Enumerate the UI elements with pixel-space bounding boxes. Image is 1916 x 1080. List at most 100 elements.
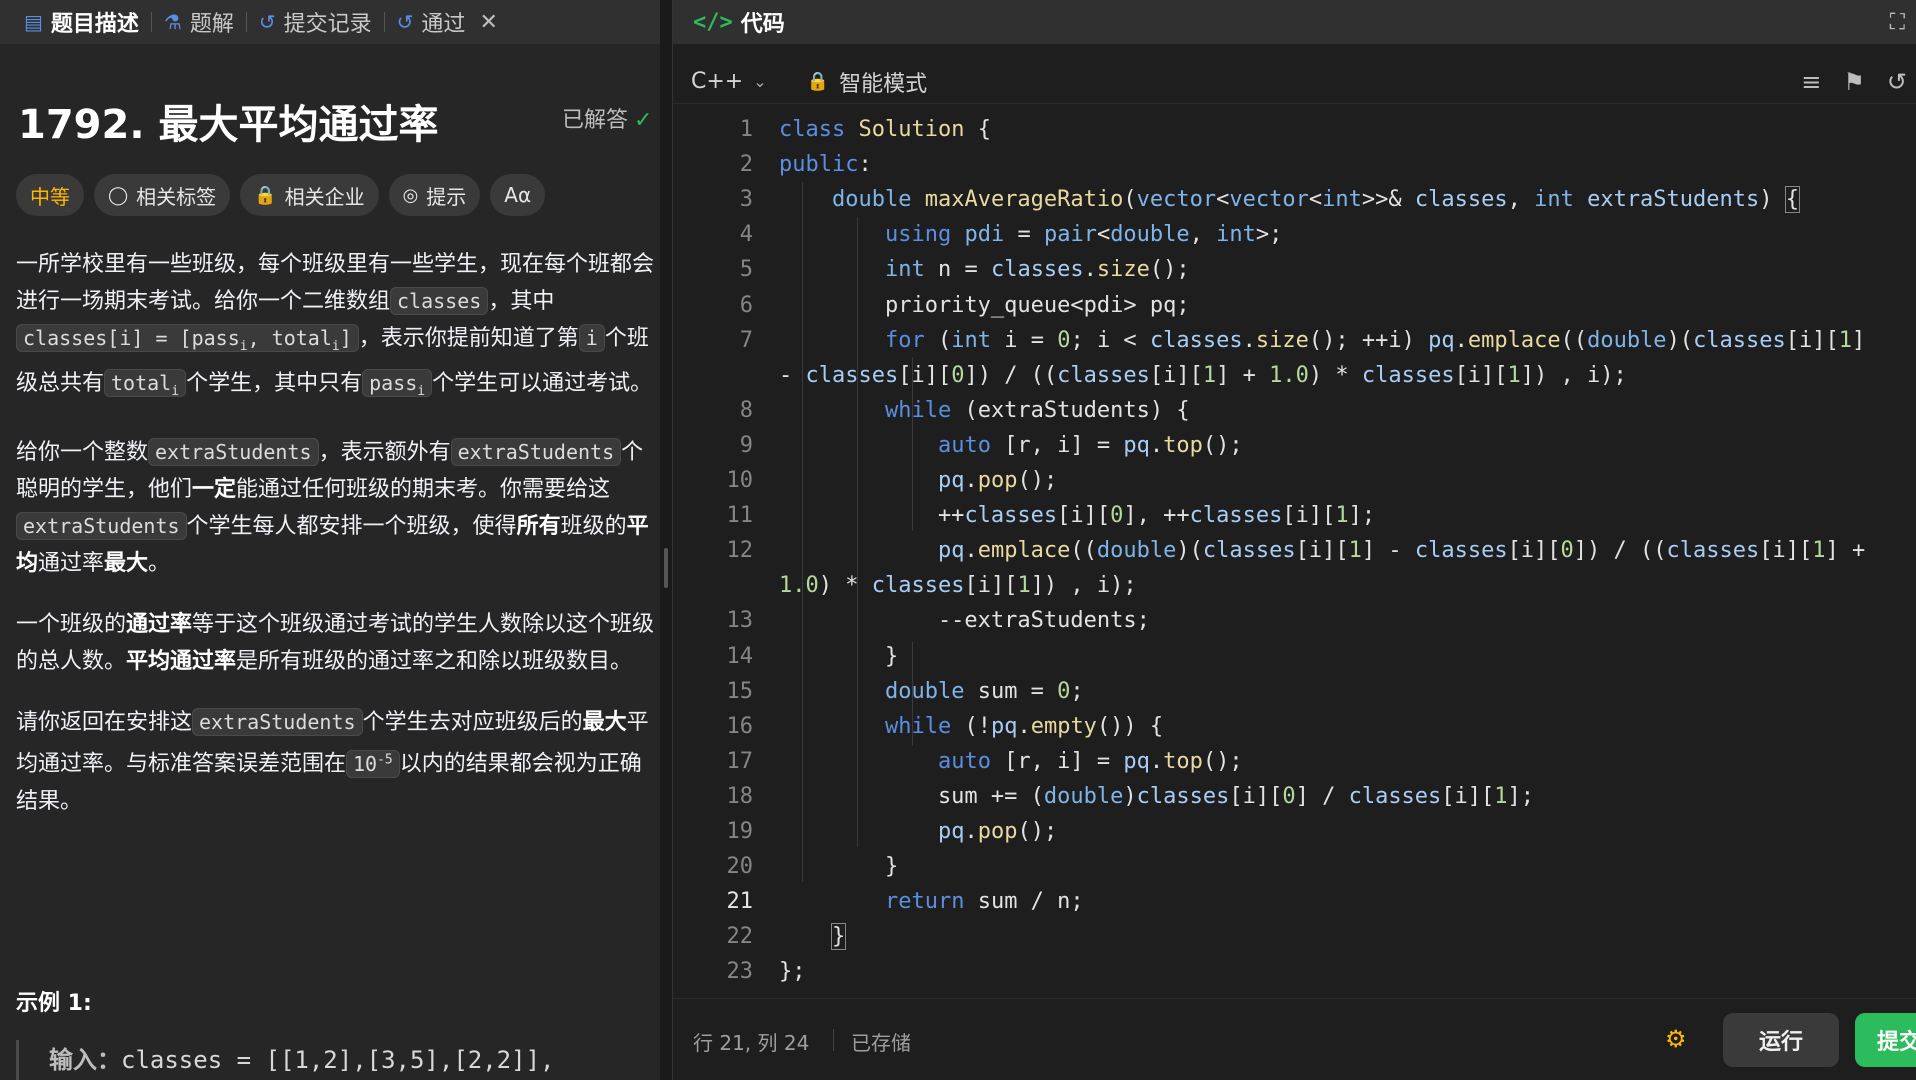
code-text: 10 bbox=[353, 751, 378, 776]
run-button[interactable]: 运行 bbox=[1723, 1013, 1839, 1067]
code-panel-header: </> 代码 ⛶ bbox=[673, 0, 1916, 44]
code-line: while (!pq.empty()) { bbox=[884, 714, 1164, 739]
line-number: 3 bbox=[739, 187, 753, 212]
code-line: auto [r, i] = pq.top(); bbox=[937, 749, 1243, 774]
description-paragraph: 一所学校里有一些班级，每个班级里有一些学生，现在每个班都会进行一场期末考试。给你… bbox=[16, 246, 660, 410]
inline-code: classes[i] = [passi, totali] bbox=[16, 324, 359, 354]
subscript: i bbox=[417, 384, 426, 399]
bold-text: 一定 bbox=[192, 477, 237, 502]
related-tags-label: 相关标签 bbox=[136, 184, 217, 209]
code-line: class Solution { bbox=[779, 117, 991, 142]
related-tags-button[interactable]: ◯ 相关标签 bbox=[94, 174, 231, 216]
line-number: 16 bbox=[726, 714, 754, 739]
fullscreen-icon[interactable]: ⛶ bbox=[1890, 10, 1905, 35]
code-line: --extraStudents; bbox=[779, 608, 1150, 633]
font-size-button[interactable]: Aα bbox=[490, 174, 546, 216]
hints-label: 提示 bbox=[426, 184, 467, 209]
bold-text: 平均通过率 bbox=[126, 649, 237, 674]
code-line: - classes[i][0]) / ((classes[i][1] + 1.0… bbox=[779, 363, 1627, 388]
code-line: ++classes[i][0], ++classes[i][1]; bbox=[779, 503, 1376, 528]
smart-mode-toggle[interactable]: 🔒 智能模式 bbox=[807, 66, 927, 98]
inline-code: extraStudents bbox=[16, 512, 187, 540]
code-line: sum += (double)classes[i][0] / classes[i… bbox=[779, 784, 1535, 809]
line-number: 5 bbox=[739, 257, 753, 282]
bold-text: 最大 bbox=[104, 551, 149, 576]
tab-solutions[interactable]: ⚗ 题解 bbox=[152, 0, 246, 44]
text: ，表示额外有 bbox=[318, 440, 451, 465]
code-text: total bbox=[111, 371, 172, 395]
code-line: pq.pop(); bbox=[937, 468, 1058, 493]
code-line: return sum / n; bbox=[884, 889, 1084, 914]
reset-icon[interactable]: ↺ bbox=[1887, 68, 1907, 96]
lightbulb-icon: ◎ bbox=[402, 184, 419, 206]
related-companies-button[interactable]: 🔒 相关企业 bbox=[240, 174, 379, 216]
inline-code: extraStudents bbox=[148, 438, 319, 466]
tab-submissions[interactable]: ↺ 提交记录 bbox=[247, 0, 384, 44]
status-divider bbox=[833, 1029, 834, 1051]
translate-icon: Aα bbox=[504, 183, 532, 207]
hints-button[interactable]: ◎ 提示 bbox=[388, 174, 481, 216]
bold-text: 通过率 bbox=[126, 612, 193, 637]
inline-code: totali bbox=[104, 369, 187, 399]
smart-mode-label: 智能模式 bbox=[839, 71, 928, 97]
code-editor[interactable]: 1 class Solution {2 public: 3 double maxAve… bbox=[673, 112, 1916, 988]
code-icon: </> bbox=[693, 9, 733, 35]
language-select[interactable]: C++ ⌄ bbox=[691, 69, 767, 94]
solved-label: 已解答 bbox=[562, 108, 629, 133]
resize-grip[interactable] bbox=[664, 548, 668, 588]
difficulty-badge: 中等 bbox=[16, 174, 84, 216]
code-line: while (extraStudents) { bbox=[884, 398, 1190, 423]
text: 个学生去对应班级后的 bbox=[362, 710, 583, 735]
lock-icon: 🔒 bbox=[806, 71, 830, 92]
tab-accepted[interactable]: ↺ 通过 ✕ bbox=[385, 0, 510, 44]
code-panel-title: 代码 bbox=[740, 12, 785, 37]
superscript: -5 bbox=[377, 752, 393, 767]
debug-icon[interactable]: ⚙ bbox=[1665, 1025, 1687, 1053]
code-line: public: bbox=[779, 152, 872, 177]
tab-description[interactable]: ▤ 题目描述 bbox=[12, 0, 151, 44]
inline-code: passi bbox=[362, 369, 433, 399]
code-line: } bbox=[779, 854, 899, 879]
problem-description: 一所学校里有一些班级，每个班级里有一些学生，现在每个班都会进行一场期末考试。给你… bbox=[16, 246, 660, 844]
example-input-value: classes = [[1,2],[3,5],[2,2]], bbox=[121, 1046, 555, 1074]
code-line: double sum = 0; bbox=[884, 679, 1084, 704]
submit-button[interactable]: 提交 bbox=[1855, 1013, 1916, 1067]
line-number: 1 bbox=[739, 117, 753, 142]
history-icon: ↺ bbox=[258, 10, 276, 34]
code-text: pass bbox=[369, 371, 418, 395]
text: ，表示你提前知道了第 bbox=[358, 326, 579, 351]
code-text: ] bbox=[339, 326, 352, 350]
code-text: classes[i] = [pass bbox=[23, 326, 240, 350]
code-line: } bbox=[830, 923, 847, 950]
example-input-label: 输入： bbox=[49, 1046, 121, 1074]
status-bar: 行 21, 列 24 已存储 ⚙ 运行 提交 bbox=[673, 998, 1916, 1080]
line-number: 14 bbox=[726, 644, 754, 669]
code-panel: </> 代码 ⛶ C++ ⌄ 🔒 智能模式 ≡ ⚑ ↺ 1 class Solut… bbox=[672, 0, 1916, 1080]
close-icon[interactable]: ✕ bbox=[479, 10, 497, 35]
code-line: pq.pop(); bbox=[937, 819, 1058, 844]
inline-code: i bbox=[578, 324, 605, 352]
line-number: 6 bbox=[739, 293, 753, 318]
line-number: 4 bbox=[739, 222, 753, 247]
code-line: priority_queue<pdi> pq; bbox=[779, 293, 1190, 318]
cursor-position: 行 21, 列 24 bbox=[693, 1031, 810, 1055]
format-icon[interactable]: ≡ bbox=[1801, 68, 1821, 96]
panel-resize-handle[interactable] bbox=[660, 0, 672, 1080]
line-number: 17 bbox=[726, 749, 754, 774]
text: ，其中 bbox=[488, 289, 555, 314]
code-line: for (int i = 0; i < classes.size(); ++i)… bbox=[884, 328, 1866, 353]
problem-title: 1792. 最大平均通过率 bbox=[18, 102, 439, 148]
line-number bbox=[673, 358, 753, 393]
line-number: 11 bbox=[726, 503, 754, 528]
bold-text: 所有 bbox=[516, 514, 561, 539]
problem-tabs: ▤ 题目描述 ⚗ 题解 ↺ 提交记录 ↺ 通过 ✕ bbox=[0, 0, 660, 44]
description-paragraph: 给你一个整数 extraStudents ，表示额外有 extraStudents 个聪… bbox=[16, 434, 660, 582]
subscript: i bbox=[171, 384, 180, 399]
bookmark-icon[interactable]: ⚑ bbox=[1843, 68, 1865, 96]
tag-icon: ◯ bbox=[108, 184, 129, 206]
chevron-down-icon: ⌄ bbox=[753, 72, 767, 91]
text: 个学生每人都安排一个班级，使得 bbox=[186, 514, 517, 539]
text: 个学生可以通过考试。 bbox=[432, 371, 653, 396]
line-number: 10 bbox=[726, 468, 754, 493]
line-number: 18 bbox=[726, 784, 754, 809]
